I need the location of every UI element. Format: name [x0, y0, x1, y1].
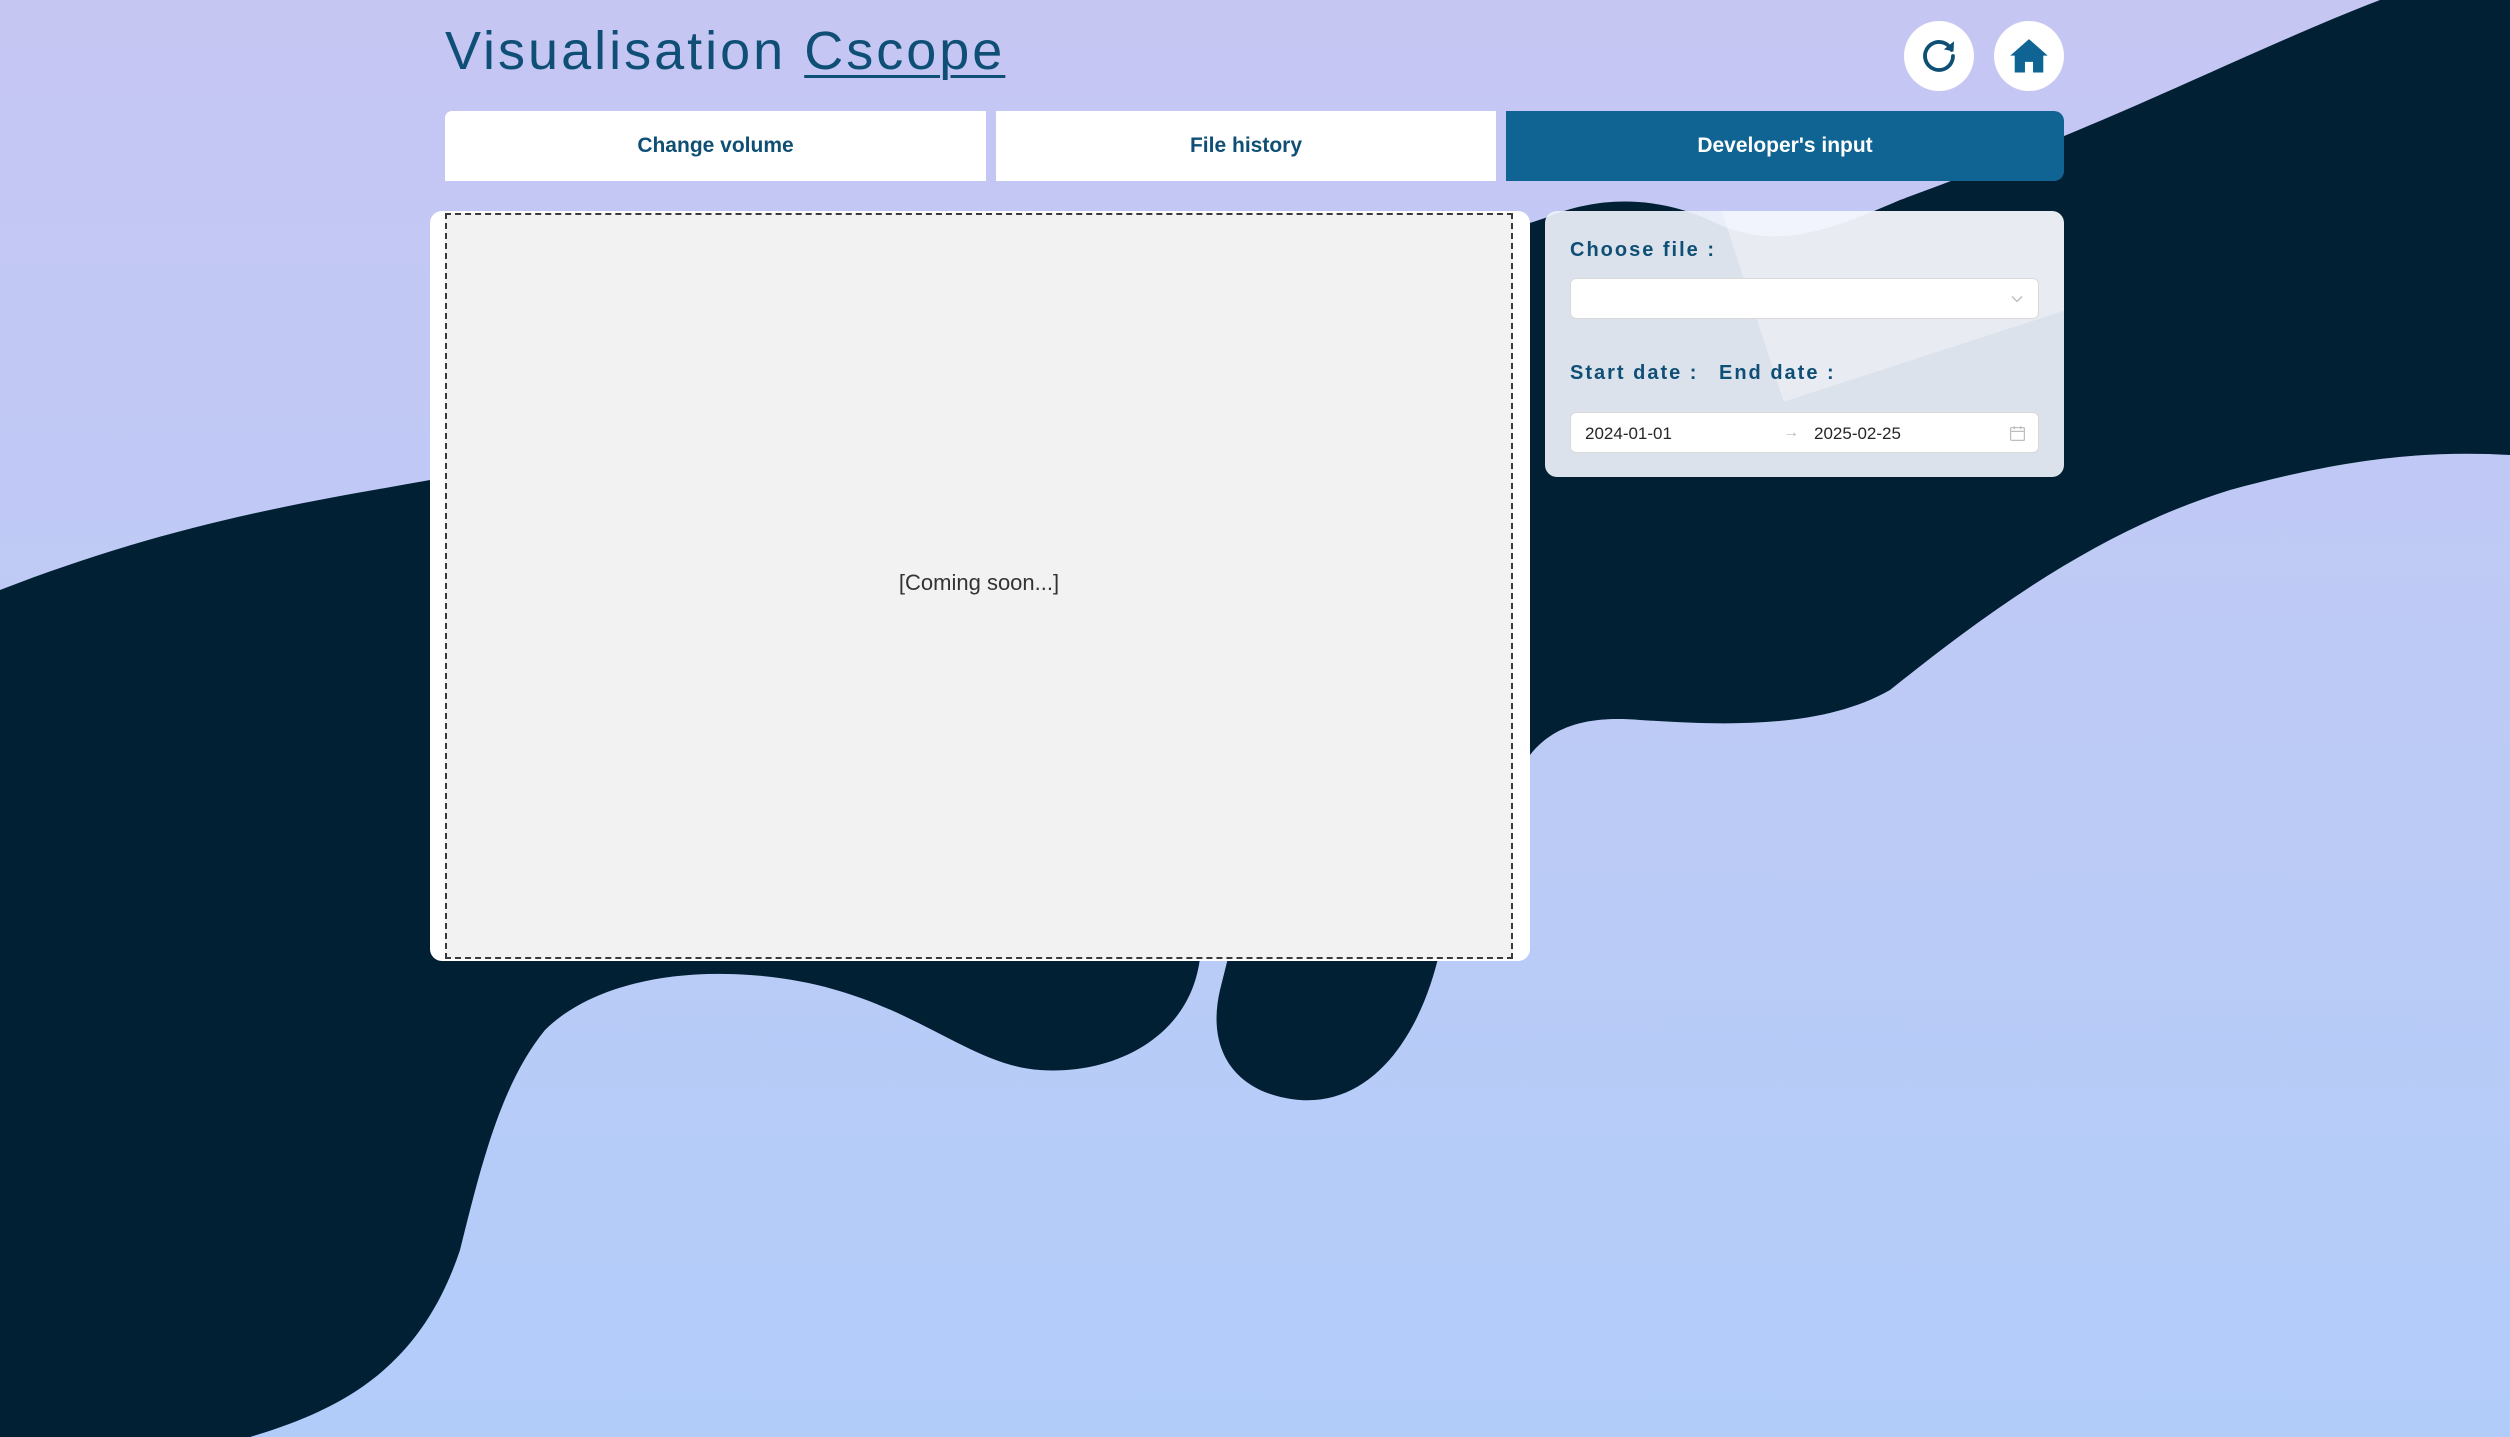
page-title: Visualisation Cscope — [445, 18, 1005, 84]
choose-file-label: Choose file : — [1570, 239, 1717, 261]
coming-soon-text: [Coming soon...] — [898, 570, 1060, 595]
visualization-card: [Coming soon...] — [430, 211, 1530, 961]
date-range-picker[interactable]: 2024-01-01 → 2025-02-25 — [1570, 412, 2039, 453]
start-date-label: Start date : — [1570, 362, 1699, 384]
visualization-area: [Coming soon...] — [445, 213, 1513, 959]
chevron-down-icon — [2010, 292, 2024, 311]
calendar-icon — [2009, 425, 2026, 447]
tab-developers-input[interactable]: Developer's input — [1506, 111, 2064, 181]
title-brand-link[interactable]: Cscope — [804, 21, 1005, 81]
range-arrow-icon: → — [1783, 424, 1799, 441]
refresh-button[interactable] — [1904, 21, 1974, 91]
tab-file-history[interactable]: File history — [996, 111, 1496, 181]
refresh-icon — [1918, 35, 1960, 77]
filter-panel: Choose file : Start date : End date : 20… — [1545, 211, 2064, 477]
home-button[interactable] — [1994, 21, 2064, 91]
title-prefix: Visualisation — [445, 21, 787, 81]
start-date-input[interactable]: 2024-01-01 — [1585, 424, 1672, 444]
file-select[interactable] — [1570, 278, 2039, 319]
end-date-input[interactable]: 2025-02-25 — [1814, 424, 1901, 444]
tab-change-volume[interactable]: Change volume — [445, 111, 986, 181]
end-date-label: End date : — [1719, 362, 1836, 384]
home-icon — [2007, 34, 2051, 78]
app-root: Visualisation Cscope Change volume File … — [0, 0, 2510, 1437]
